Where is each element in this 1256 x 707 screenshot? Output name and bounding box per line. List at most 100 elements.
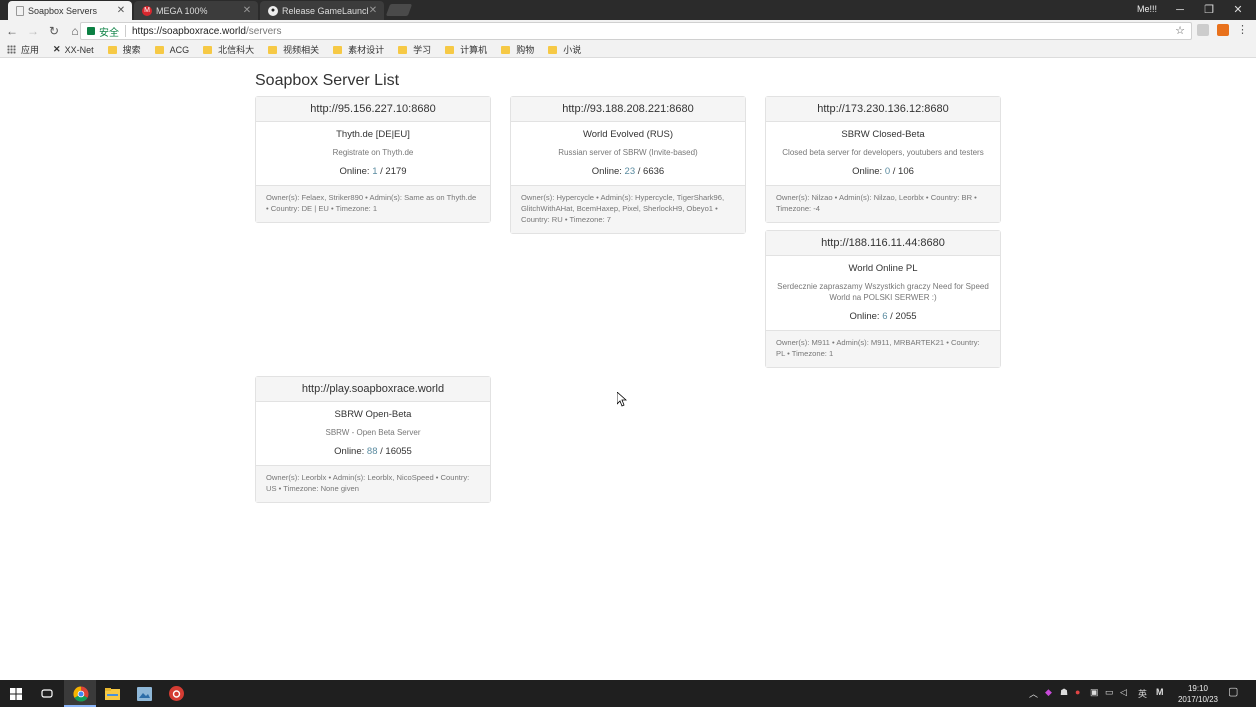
- page-content: Soapbox Server List http://95.156.227.10…: [0, 59, 1256, 680]
- tab-soapbox-servers[interactable]: Soapbox Servers ✕: [8, 1, 132, 20]
- extension-icon[interactable]: [1217, 24, 1229, 36]
- close-icon[interactable]: ✕: [116, 5, 126, 16]
- volume-icon[interactable]: ◁: [1120, 687, 1127, 698]
- bookmark-xx-net[interactable]: ✕ XX-Net: [53, 44, 94, 55]
- bookmark-folder[interactable]: 素材设计: [333, 43, 384, 56]
- bookmark-label: 视频相关: [283, 45, 320, 55]
- clock-date: 2017/10/23: [1177, 695, 1219, 704]
- tray-app-icon[interactable]: ▣: [1090, 687, 1099, 698]
- server-name: World Online PL: [848, 263, 918, 274]
- url-host: https://soapboxrace.world: [132, 25, 246, 37]
- address-bar[interactable]: 安全 https://soapboxrace.world/servers ☆: [80, 22, 1192, 40]
- online-max: 6636: [643, 166, 665, 177]
- restore-icon[interactable]: ❐: [1195, 2, 1223, 18]
- windows-start-icon[interactable]: [6, 684, 25, 703]
- server-details: Owner(s): Felaex, Striker890 • Admin(s):…: [256, 185, 490, 222]
- minimize-icon[interactable]: ─: [1166, 2, 1194, 18]
- folder-icon: [548, 45, 558, 54]
- online-label: Online:: [852, 166, 883, 177]
- notification-icon[interactable]: ▢: [1228, 685, 1238, 698]
- folder-icon: [203, 45, 213, 54]
- extension-icon[interactable]: [1197, 24, 1209, 36]
- online-label: Online:: [334, 446, 365, 457]
- close-icon[interactable]: ✕: [242, 5, 252, 16]
- online-label: Online:: [339, 166, 370, 177]
- mouse-cursor-icon: [616, 391, 628, 412]
- bookmark-label: 应用: [21, 45, 40, 55]
- bookmark-folder[interactable]: 购物: [501, 43, 534, 56]
- folder-icon: [398, 45, 408, 54]
- back-icon[interactable]: ←: [3, 22, 21, 40]
- server-description: Russian server of SBRW (Invite-based): [558, 148, 698, 157]
- server-details: Owner(s): Leorblx • Admin(s): Leorblx, N…: [256, 465, 490, 502]
- chrome-icon[interactable]: [71, 684, 90, 703]
- bookmark-label: 小说: [563, 45, 582, 55]
- page-icon: [16, 5, 24, 16]
- online-current: 23: [624, 166, 636, 177]
- bookmarks-bar: 应用 ✕ XX-Net 搜索 ACG 北信科大 视频相关 素材设计 学习 计算机 …: [0, 42, 1256, 58]
- folder-icon: [154, 45, 164, 54]
- netease-music-icon[interactable]: [167, 684, 186, 703]
- tray-app-icon[interactable]: ◆: [1045, 687, 1052, 698]
- online-max: 106: [898, 166, 914, 177]
- close-window-icon[interactable]: ✕: [1224, 2, 1252, 18]
- tray-app-icon[interactable]: ☗: [1060, 687, 1068, 698]
- task-view-icon[interactable]: [37, 684, 56, 703]
- input-method[interactable]: 英: [1138, 687, 1147, 700]
- forward-icon[interactable]: →: [24, 22, 42, 40]
- new-tab-button[interactable]: [385, 4, 413, 16]
- github-icon: ●: [268, 5, 278, 16]
- bookmark-folder[interactable]: ACG: [154, 45, 189, 55]
- url-path: /servers: [245, 25, 282, 37]
- tray-expand-icon[interactable]: ︿: [1029, 687, 1038, 700]
- bookmark-folder[interactable]: 计算机: [445, 43, 487, 56]
- server-online: Online: 1 / 2179: [339, 166, 407, 177]
- online-max: 2179: [385, 166, 407, 177]
- folder-icon: [501, 45, 511, 54]
- server-address[interactable]: http://173.230.136.12:8680: [766, 97, 1000, 122]
- folder-icon: [268, 45, 278, 54]
- ime-mode-icon[interactable]: M: [1156, 687, 1164, 697]
- server-online: Online: 0 / 106: [852, 166, 914, 177]
- menu-icon[interactable]: ⋮: [1237, 23, 1248, 36]
- file-explorer-icon[interactable]: [103, 684, 122, 703]
- lock-icon: [87, 27, 95, 35]
- system-clock[interactable]: 19:10 2017/10/23: [1176, 683, 1220, 705]
- server-card: http://95.156.227.10:8680 Thyth.de [DE|E…: [255, 96, 491, 223]
- server-card: http://173.230.136.12:8680 SBRW Closed-B…: [765, 96, 1001, 223]
- profile-name[interactable]: Me!!!: [1137, 4, 1157, 14]
- bookmark-folder[interactable]: 视频相关: [268, 43, 319, 56]
- folder-icon: [445, 45, 455, 54]
- online-current: 0: [884, 166, 891, 177]
- server-name: SBRW Closed-Beta: [841, 129, 925, 140]
- bookmark-label: 素材设计: [348, 45, 385, 55]
- folder-icon: [333, 45, 343, 54]
- online-current: 6: [882, 311, 888, 322]
- page-title: Soapbox Server List: [255, 72, 400, 89]
- tab-mega[interactable]: M MEGA 100% ✕: [134, 1, 258, 20]
- network-icon[interactable]: ▭: [1105, 687, 1114, 698]
- server-online: Online: 88 / 16055: [334, 446, 412, 457]
- server-address[interactable]: http://95.156.227.10:8680: [256, 97, 490, 122]
- server-address[interactable]: http://188.116.11.44:8680: [766, 231, 1000, 256]
- bookmark-folder[interactable]: 搜索: [107, 43, 141, 56]
- server-info: World Evolved (RUS) Russian server of SB…: [511, 122, 745, 185]
- reload-icon[interactable]: ↻: [45, 22, 63, 40]
- bookmark-label: 购物: [516, 45, 535, 55]
- bookmark-star-icon[interactable]: ☆: [1175, 24, 1185, 37]
- online-current: 88: [366, 446, 378, 457]
- bookmark-folder[interactable]: 学习: [398, 43, 431, 56]
- close-icon[interactable]: ✕: [368, 5, 378, 16]
- image-viewer-icon[interactable]: [135, 684, 154, 703]
- tab-label: Release GameLauncher: [282, 5, 368, 16]
- bookmark-label: 学习: [413, 45, 432, 55]
- server-address[interactable]: http://93.188.208.221:8680: [511, 97, 745, 122]
- server-details: Owner(s): Hypercycle • Admin(s): Hypercy…: [511, 185, 745, 233]
- server-address[interactable]: http://play.soapboxrace.world: [256, 377, 490, 402]
- server-online: Online: 6 / 2055: [849, 311, 917, 322]
- tab-release-gamelauncher[interactable]: ● Release GameLauncher ✕: [260, 1, 384, 20]
- tray-antivirus-icon[interactable]: ●: [1075, 687, 1080, 697]
- bookmark-apps[interactable]: 应用: [7, 43, 39, 56]
- bookmark-folder[interactable]: 小说: [548, 43, 581, 56]
- bookmark-folder[interactable]: 北信科大: [203, 43, 254, 56]
